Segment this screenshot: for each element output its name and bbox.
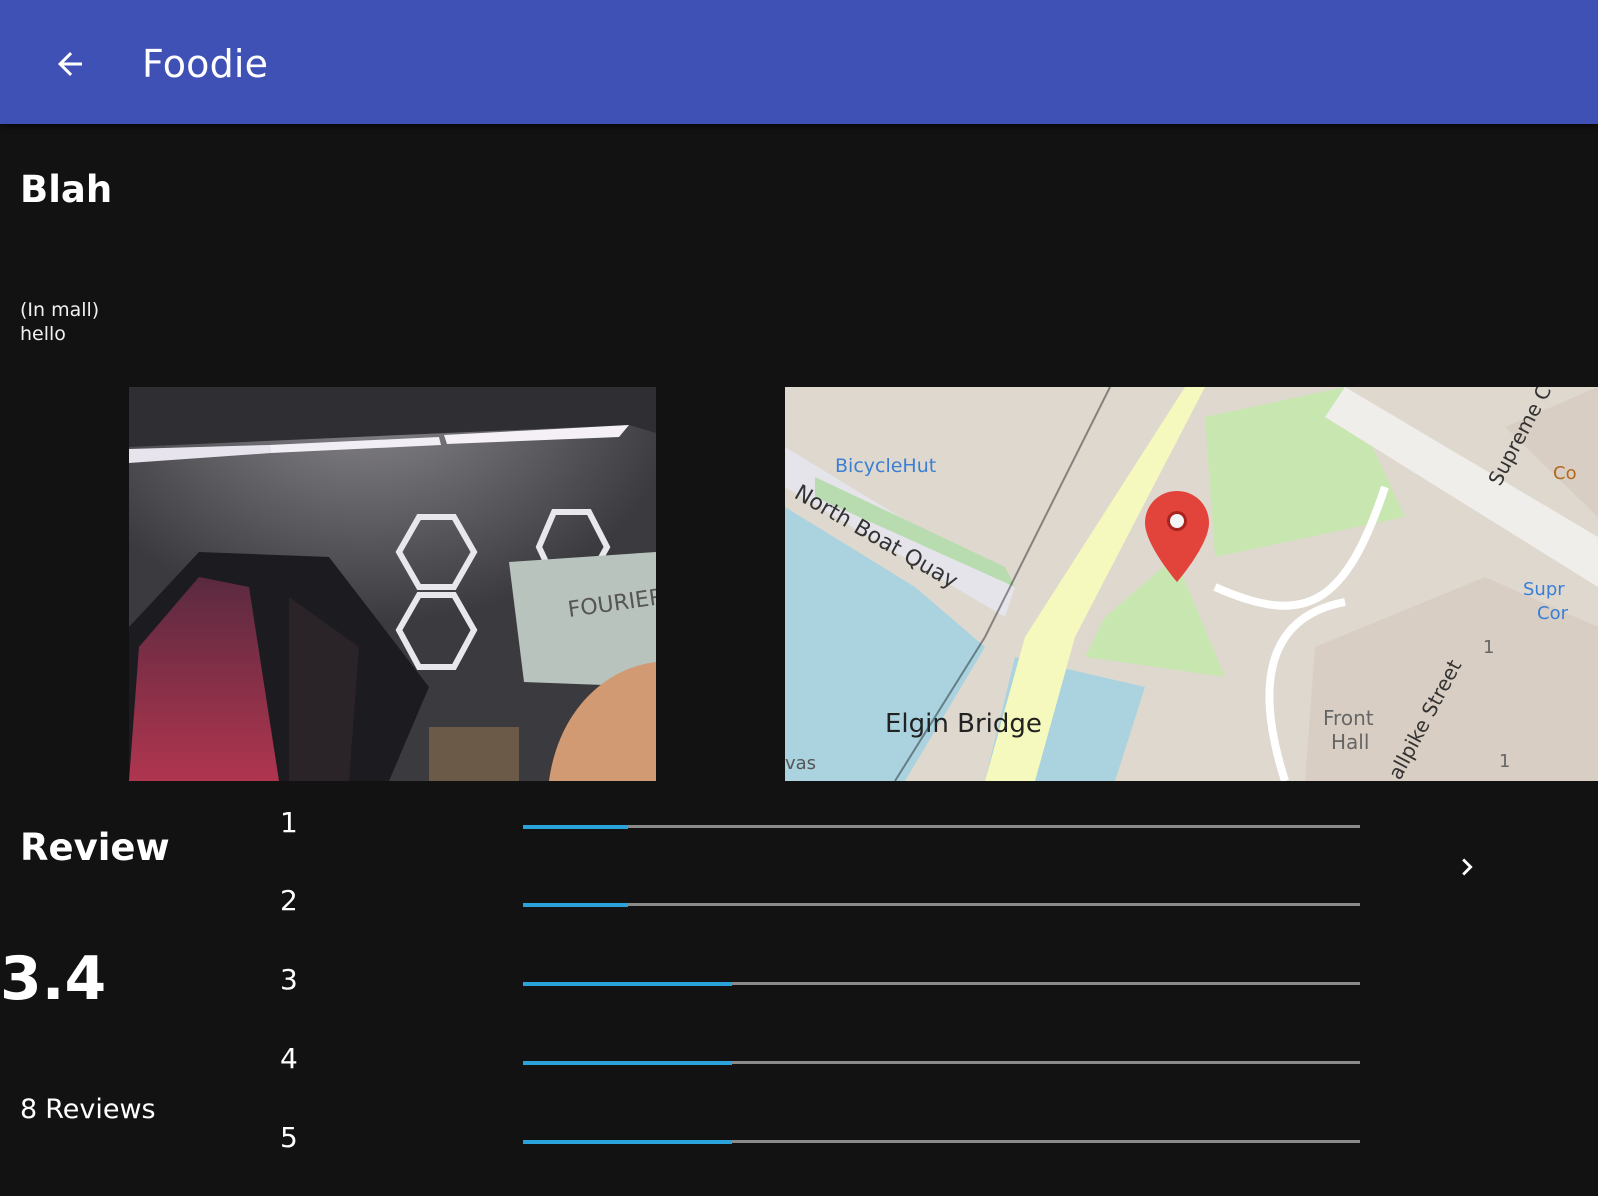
rating-bar-track: [523, 824, 1360, 829]
map-label-number-2: 1: [1499, 751, 1510, 772]
app-bar: Foodie: [0, 0, 1598, 124]
rating-label: 4: [280, 1042, 298, 1075]
rating-row-1: 1: [280, 806, 1380, 846]
review-count: 8 Reviews: [20, 1094, 156, 1125]
review-count-number: 8: [20, 1094, 38, 1125]
map-label-bridge: Elgin Bridge: [885, 709, 1042, 739]
rating-label: 1: [280, 806, 298, 839]
photo-image: FOURIER: [129, 387, 656, 781]
arrow-back-icon: [58, 52, 82, 76]
place-description: (In mall) hello: [20, 298, 99, 346]
see-reviews-button[interactable]: [1446, 846, 1488, 888]
map-label-number-1: 1: [1483, 637, 1494, 658]
back-button[interactable]: [44, 38, 96, 90]
review-heading: Review: [20, 826, 170, 869]
chevron-right-icon: [1462, 858, 1473, 876]
map-label-poi: BicycleHut: [835, 455, 936, 477]
rating-bar-fill: [523, 981, 733, 986]
description-text: hello: [20, 323, 66, 345]
rating-bar-track: [523, 981, 1360, 986]
rating-label: 5: [280, 1121, 298, 1154]
rating-label: 3: [280, 963, 298, 996]
restaurant-photo[interactable]: FOURIER: [129, 387, 656, 781]
map-label-fragment-2: Co: [1553, 463, 1577, 484]
rating-bar-track: [523, 1060, 1360, 1065]
map-label-building-2: Hall: [1331, 730, 1369, 754]
location-map[interactable]: BicycleHut North Boat Quay Elgin Bridge …: [785, 387, 1598, 781]
review-count-label: Reviews: [45, 1094, 156, 1125]
rating-bar-track: [523, 1139, 1360, 1144]
map-label-building: Front: [1323, 706, 1374, 730]
rating-label: 2: [280, 884, 298, 917]
rating-row-3: 3: [280, 963, 1380, 1003]
rating-bar-fill: [523, 1139, 733, 1144]
rating-row-2: 2: [280, 884, 1380, 924]
rating-bar-track: [523, 902, 1360, 907]
map-image: BicycleHut North Boat Quay Elgin Bridge …: [785, 387, 1598, 781]
rating-bar-fill: [523, 824, 628, 829]
rating-row-4: 4: [280, 1042, 1380, 1082]
place-name: Blah: [20, 168, 113, 211]
rating-row-5: 5: [280, 1121, 1380, 1161]
average-rating: 3.4: [0, 944, 107, 1014]
map-label-fragment: vas: [785, 753, 816, 774]
app-title: Foodie: [142, 42, 269, 86]
rating-bar-fill: [523, 1060, 733, 1065]
rating-bar-fill: [523, 902, 628, 907]
map-label-stop-2: Cor: [1537, 603, 1569, 624]
map-label-stop: Supr: [1523, 579, 1565, 600]
location-note: (In mall): [20, 299, 100, 321]
